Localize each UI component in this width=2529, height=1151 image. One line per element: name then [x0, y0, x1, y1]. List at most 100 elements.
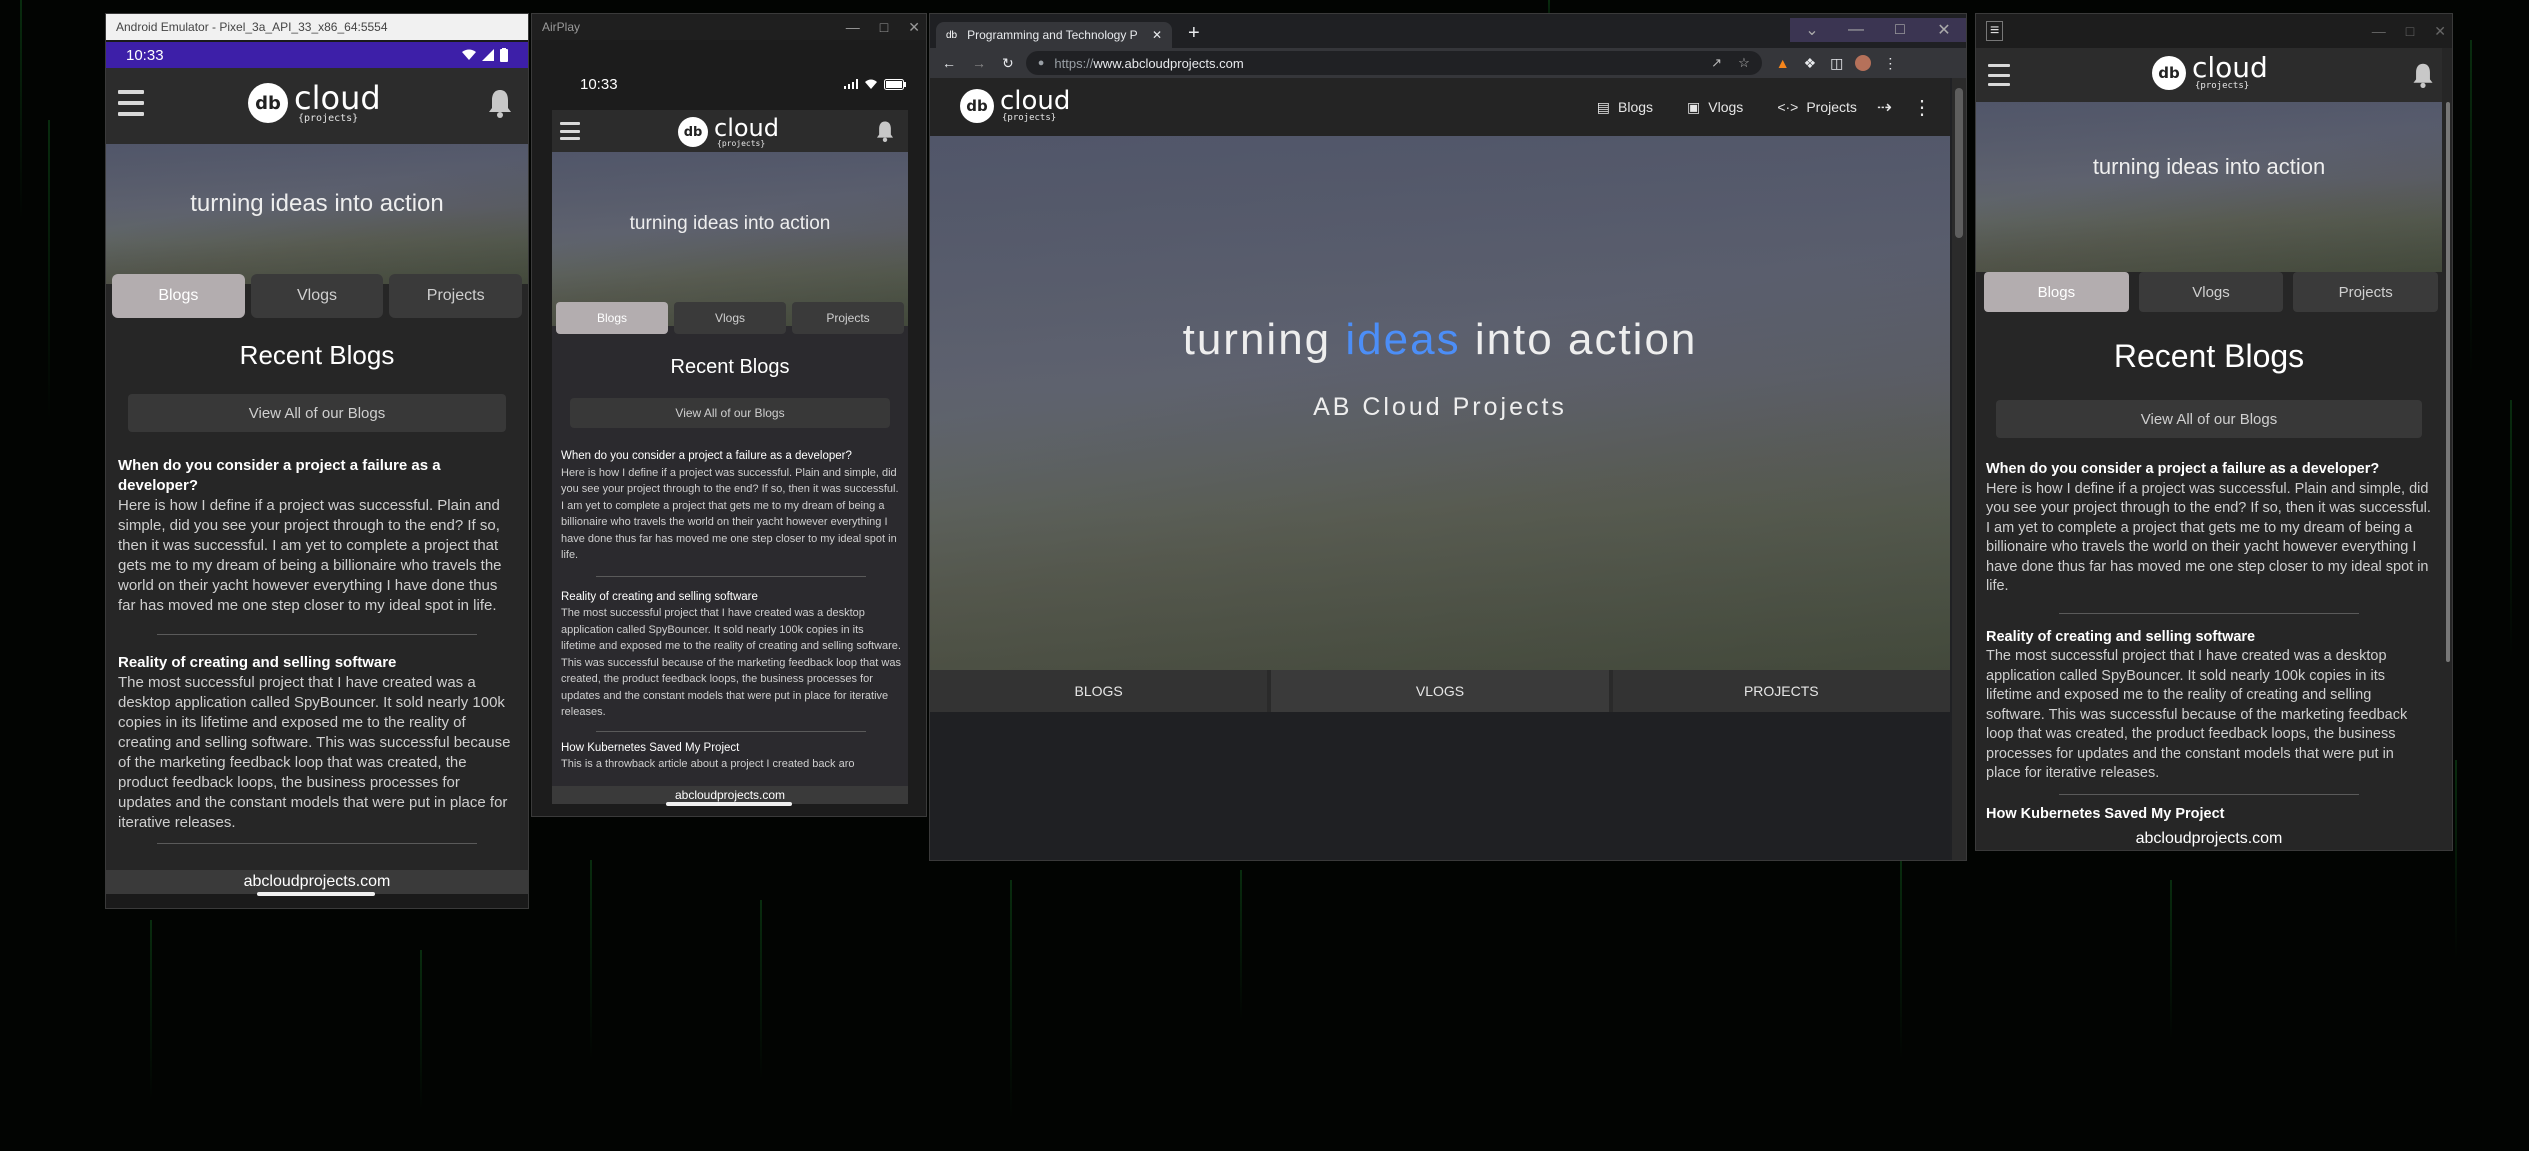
nav-vlogs[interactable]: ▣ Vlogs — [1687, 99, 1743, 116]
blog-post[interactable]: How Kubernetes Saved My Project This is … — [561, 740, 901, 773]
more-menu-icon[interactable]: ⋮ — [1912, 95, 1932, 120]
nav-blogs[interactable]: ▤ Blogs — [1597, 99, 1653, 116]
blog-post-title[interactable]: Reality of creating and selling software — [1986, 628, 2432, 648]
site-logo[interactable]: db cloud {projects} — [678, 116, 779, 148]
tab-projects[interactable]: Projects — [2293, 272, 2439, 312]
maximize-icon[interactable]: □ — [880, 19, 888, 35]
view-all-blogs-button[interactable]: View All of our Blogs — [1996, 400, 2422, 438]
tab-blogs[interactable]: Blogs — [556, 302, 668, 334]
site-logo[interactable]: db cloud {projects} — [248, 82, 381, 124]
tab-vlogs[interactable]: Vlogs — [2138, 272, 2284, 312]
close-icon[interactable]: ✕ — [2434, 23, 2446, 40]
tab-close-icon[interactable]: ✕ — [1152, 28, 1162, 42]
gesture-nav-bar[interactable] — [257, 892, 375, 896]
minimize-icon[interactable]: — — [846, 19, 860, 35]
blog-post[interactable]: Reality of creating and selling software… — [1986, 628, 2432, 784]
view-all-blogs-button[interactable]: View All of our Blogs — [570, 398, 890, 428]
maximize-icon[interactable]: □ — [2406, 23, 2414, 39]
notification-bell-icon[interactable] — [876, 120, 894, 142]
maximize-icon[interactable]: □ — [1878, 18, 1922, 42]
blog-post-title[interactable]: How Kubernetes Saved My Project — [1986, 805, 2432, 825]
hero-tagline: turning ideas into action — [190, 190, 444, 217]
blog-post-title[interactable]: Reality of creating and selling software — [561, 589, 901, 606]
site-footer[interactable]: abcloudprojects.com — [106, 870, 528, 894]
tab-projects[interactable]: PROJECTS — [1612, 670, 1950, 712]
blog-post[interactable]: How Kubernetes Saved My Project — [1986, 805, 2432, 825]
bookmark-star-icon[interactable]: ☆ — [1738, 55, 1750, 71]
airplay-site: db cloud {projects} turning ideas into a… — [552, 110, 908, 804]
divider — [2059, 793, 2359, 795]
chrome-menu-icon[interactable]: ⋮ — [1883, 55, 1897, 72]
blog-list: When do you consider a project a failure… — [1986, 460, 2432, 834]
divider — [596, 730, 866, 732]
tab-projects[interactable]: Projects — [389, 274, 523, 318]
blog-post[interactable]: When do you consider a project a failure… — [561, 448, 901, 564]
new-tab-icon[interactable]: + — [1188, 22, 1200, 45]
tab-vlogs[interactable]: VLOGS — [1271, 670, 1609, 712]
notification-bell-icon[interactable] — [2412, 62, 2434, 88]
login-icon[interactable]: ⇢ — [1877, 97, 1892, 118]
view-all-blogs-button[interactable]: View All of our Blogs — [128, 394, 506, 432]
blog-post[interactable]: Reality of creating and selling software… — [561, 589, 901, 721]
side-panel-icon[interactable]: ◫ — [1830, 55, 1843, 72]
share-icon[interactable]: ↗ — [1711, 55, 1722, 71]
site-footer[interactable]: abcloudprojects.com — [1976, 828, 2442, 850]
blog-post-title[interactable]: When do you consider a project a failure… — [118, 456, 516, 496]
nav-projects[interactable]: <·> Projects — [1777, 99, 1857, 115]
tab-search-icon[interactable]: ⌄ — [1790, 18, 1834, 42]
code-icon: <·> — [1777, 99, 1799, 115]
tab-blogs[interactable]: BLOGS — [930, 670, 1268, 712]
tab-vlogs[interactable]: Vlogs — [674, 302, 786, 334]
tab-blogs[interactable]: Blogs — [112, 274, 245, 318]
profile-avatar[interactable] — [1855, 55, 1872, 71]
blog-post[interactable]: When do you consider a project a failure… — [1986, 460, 2432, 597]
page-scrollbar[interactable] — [1952, 78, 1966, 860]
status-time: 10:33 — [580, 75, 618, 93]
logo-subtext: {projects} — [717, 139, 766, 148]
blog-post-title[interactable]: How Kubernetes Saved My Project — [561, 740, 901, 757]
app-menu-icon[interactable]: ≡ — [1986, 21, 2004, 41]
menu-button[interactable] — [1988, 64, 2010, 86]
hero-banner: turning ideas into action — [552, 152, 908, 326]
tab-blogs[interactable]: Blogs — [1984, 272, 2129, 312]
blog-post-excerpt: Here is how I define if a project was su… — [118, 497, 502, 614]
reload-icon[interactable]: ↻ — [1002, 55, 1014, 72]
page-scrollbar[interactable] — [2446, 102, 2452, 722]
section-tabs: Blogs Vlogs Projects — [112, 274, 523, 318]
blog-post-excerpt: The most successful project that I have … — [118, 674, 511, 831]
home-indicator[interactable] — [666, 802, 792, 806]
tab-projects[interactable]: Projects — [792, 302, 904, 334]
extensions-puzzle-icon[interactable]: ❖ — [1804, 55, 1817, 72]
logo-subtext: {projects} — [2195, 81, 2250, 91]
blog-post-title[interactable]: Reality of creating and selling software — [118, 653, 516, 673]
address-bar[interactable]: ● https:// www.abcloudprojects.com ↗ ☆ — [1025, 51, 1762, 75]
browser-tab[interactable]: db Programming and Technology P ✕ — [936, 22, 1172, 48]
minimize-icon[interactable]: — — [2372, 23, 2386, 39]
hero-subtitle: AB Cloud Projects — [1313, 392, 1567, 421]
lock-icon: ● — [1037, 57, 1045, 69]
hero-heading: turning ideas into action — [1183, 315, 1698, 365]
airplay-title: AirPlay — [542, 20, 581, 34]
emulator-title-bar[interactable]: Android Emulator - Pixel_3a_API_33_x86_6… — [106, 14, 528, 40]
site-logo[interactable]: db cloud {projects} — [2152, 54, 2268, 91]
notification-bell-icon[interactable] — [488, 88, 512, 118]
window-controls: — □ ✕ — [2372, 18, 2446, 44]
minimize-icon[interactable]: — — [1834, 18, 1878, 42]
scrollbar-thumb[interactable] — [1955, 88, 1963, 238]
tab-vlogs[interactable]: Vlogs — [250, 274, 384, 318]
logo-badge: db — [678, 117, 708, 147]
blog-post[interactable]: When do you consider a project a failure… — [118, 456, 516, 616]
menu-button[interactable] — [560, 122, 580, 140]
scrollbar-thumb[interactable] — [2446, 102, 2450, 662]
blog-post-title[interactable]: When do you consider a project a failure… — [1986, 460, 2432, 480]
close-icon[interactable]: ✕ — [1922, 18, 1966, 42]
forward-icon[interactable]: → — [972, 55, 986, 71]
blog-post-title[interactable]: When do you consider a project a failure… — [561, 448, 901, 465]
site-logo[interactable]: db cloud {projects} — [960, 88, 1070, 123]
close-icon[interactable]: ✕ — [908, 19, 920, 36]
blog-post[interactable]: Reality of creating and selling software… — [118, 653, 516, 833]
metamask-extension-icon[interactable]: ▲ — [1776, 55, 1790, 71]
logo-text: cloud — [2192, 51, 2268, 84]
back-icon[interactable]: ← — [942, 55, 956, 71]
menu-button[interactable] — [118, 90, 144, 116]
